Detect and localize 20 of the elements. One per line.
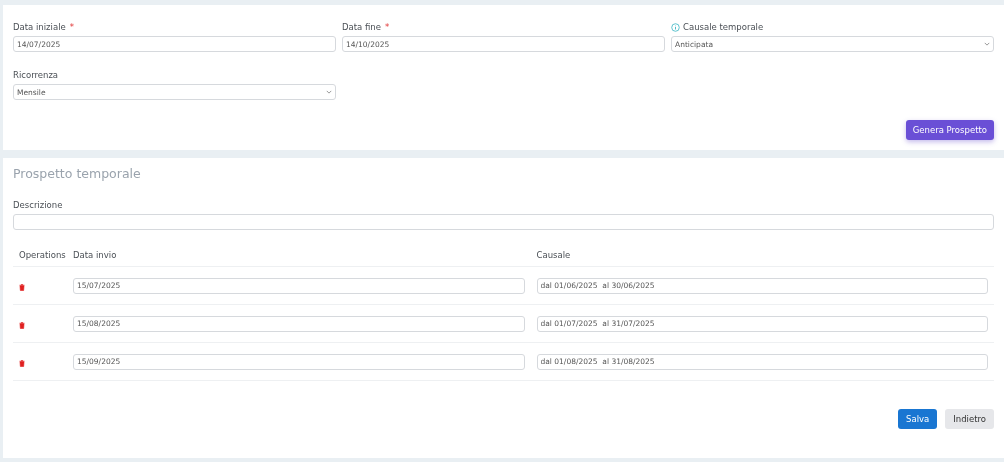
trash-icon[interactable] [19,322,25,329]
chevron-icon [984,42,990,46]
column-header: Data invio [73,250,118,260]
field-label: Descrizione [13,200,64,212]
trash-icon[interactable] [19,360,25,367]
column-header: Causale [536,250,572,260]
required-mark: * [384,22,390,32]
required-mark: * [69,22,74,32]
action-button[interactable]: Indietro [945,409,994,429]
section-title: Prospetto temporale [13,166,142,183]
generate-button[interactable]: Genera Prospetto [905,120,994,140]
trash-icon[interactable] [19,284,25,291]
column-header: Operations [18,250,67,260]
chevron-icon [326,90,332,94]
action-button[interactable]: Salva [898,409,938,429]
description-field[interactable] [13,214,994,230]
field-label: Causale temporale [683,22,764,32]
field-label: Data iniziale [13,22,66,32]
field-label: Data fine [342,22,381,32]
field-label: Ricorrenza [13,70,59,80]
